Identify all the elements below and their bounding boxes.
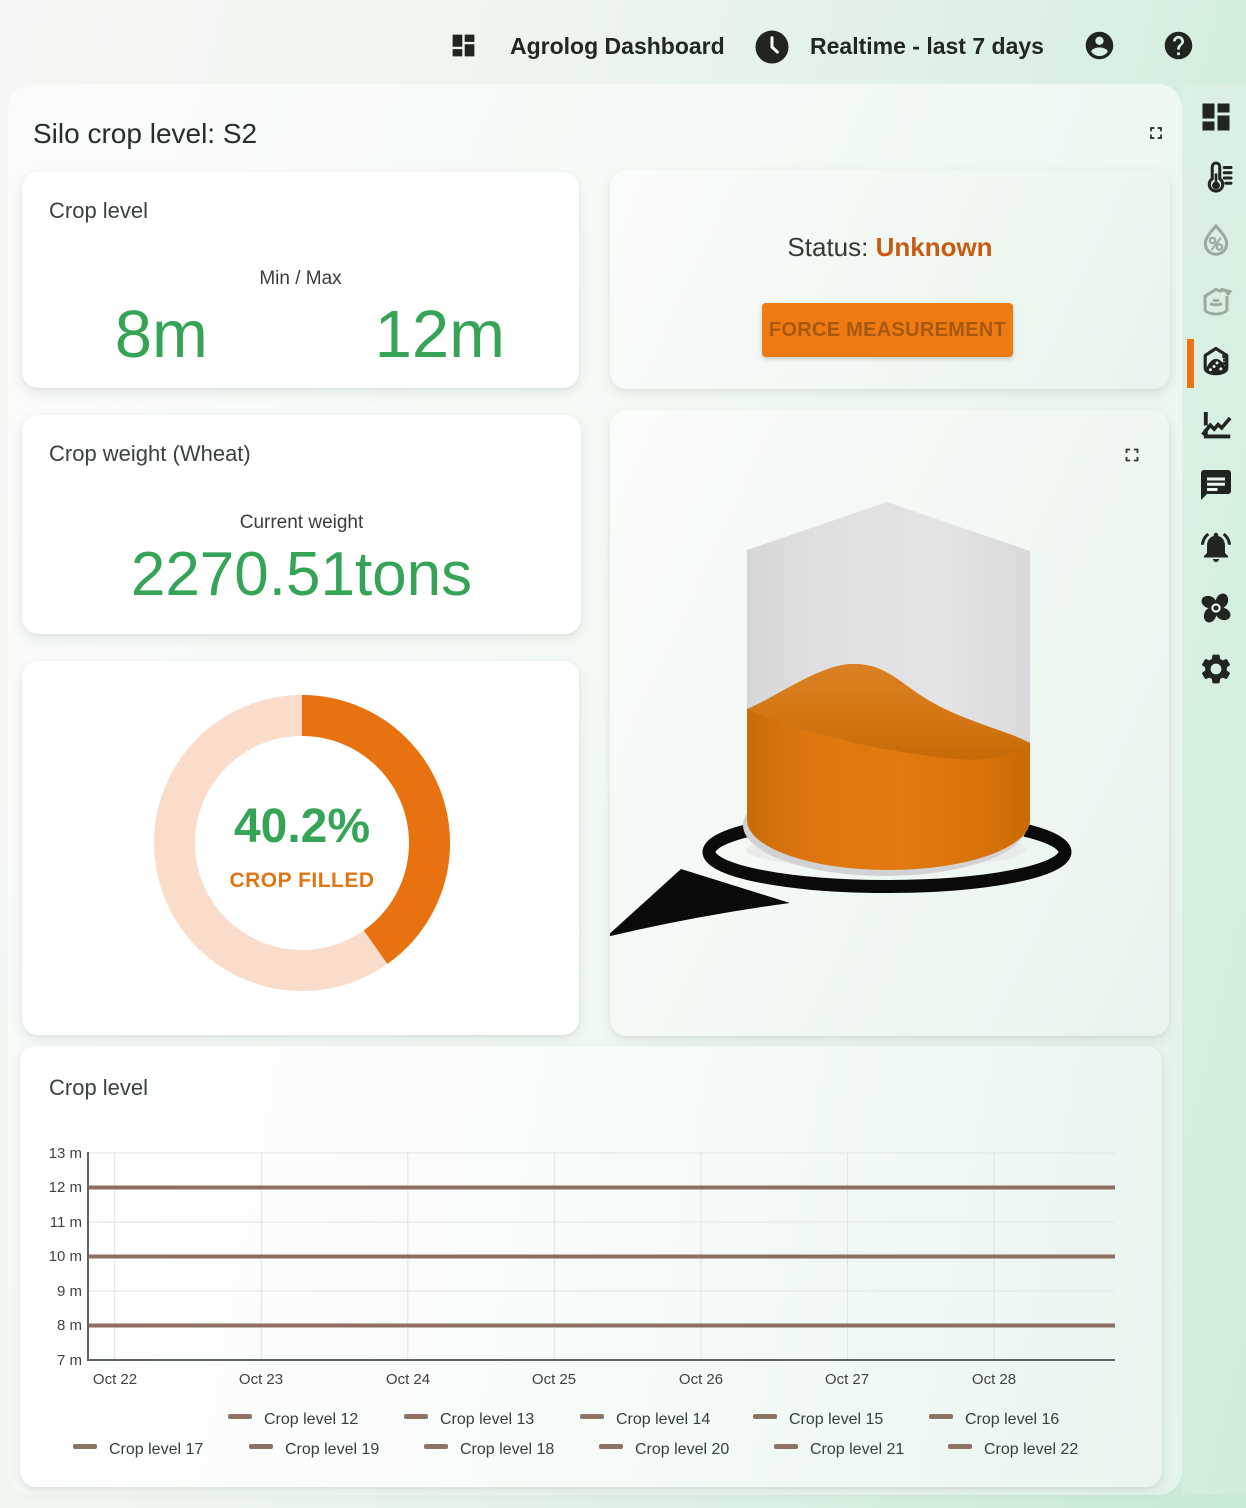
svg-text:Oct 25: Oct 25 (532, 1371, 576, 1388)
svg-text:Crop level 12: Crop level 12 (264, 1411, 358, 1428)
svg-text:Crop level 20: Crop level 20 (635, 1441, 729, 1458)
svg-text:7 m: 7 m (57, 1352, 82, 1369)
svg-text:10 m: 10 m (49, 1248, 82, 1265)
svg-text:Crop level 19: Crop level 19 (285, 1441, 379, 1458)
svg-text:9 m: 9 m (57, 1283, 82, 1300)
svg-text:Crop level 16: Crop level 16 (965, 1411, 1059, 1428)
svg-text:Crop level 22: Crop level 22 (984, 1441, 1078, 1458)
svg-text:40.2%: 40.2% (234, 800, 370, 853)
svg-text:CROP FILLED: CROP FILLED (229, 869, 374, 892)
svg-text:Crop level 15: Crop level 15 (789, 1411, 883, 1428)
svg-text:13 m: 13 m (49, 1145, 82, 1162)
svg-text:Oct 28: Oct 28 (972, 1371, 1016, 1388)
svg-text:12 m: 12 m (49, 1179, 82, 1196)
svg-text:11 m: 11 m (50, 1214, 82, 1231)
svg-text:Oct 27: Oct 27 (825, 1371, 869, 1388)
svg-text:Oct 23: Oct 23 (239, 1371, 283, 1388)
svg-text:Crop level 18: Crop level 18 (460, 1441, 554, 1458)
svg-text:Crop level 13: Crop level 13 (440, 1411, 534, 1428)
svg-text:Crop level 14: Crop level 14 (616, 1411, 710, 1428)
svg-text:Oct 22: Oct 22 (93, 1371, 137, 1388)
svg-text:Crop level 17: Crop level 17 (109, 1441, 203, 1458)
svg-text:Crop level 21: Crop level 21 (810, 1441, 904, 1458)
svg-text:Oct 26: Oct 26 (679, 1371, 723, 1388)
svg-text:8 m: 8 m (57, 1317, 82, 1334)
svg-text:Oct 24: Oct 24 (386, 1371, 430, 1388)
